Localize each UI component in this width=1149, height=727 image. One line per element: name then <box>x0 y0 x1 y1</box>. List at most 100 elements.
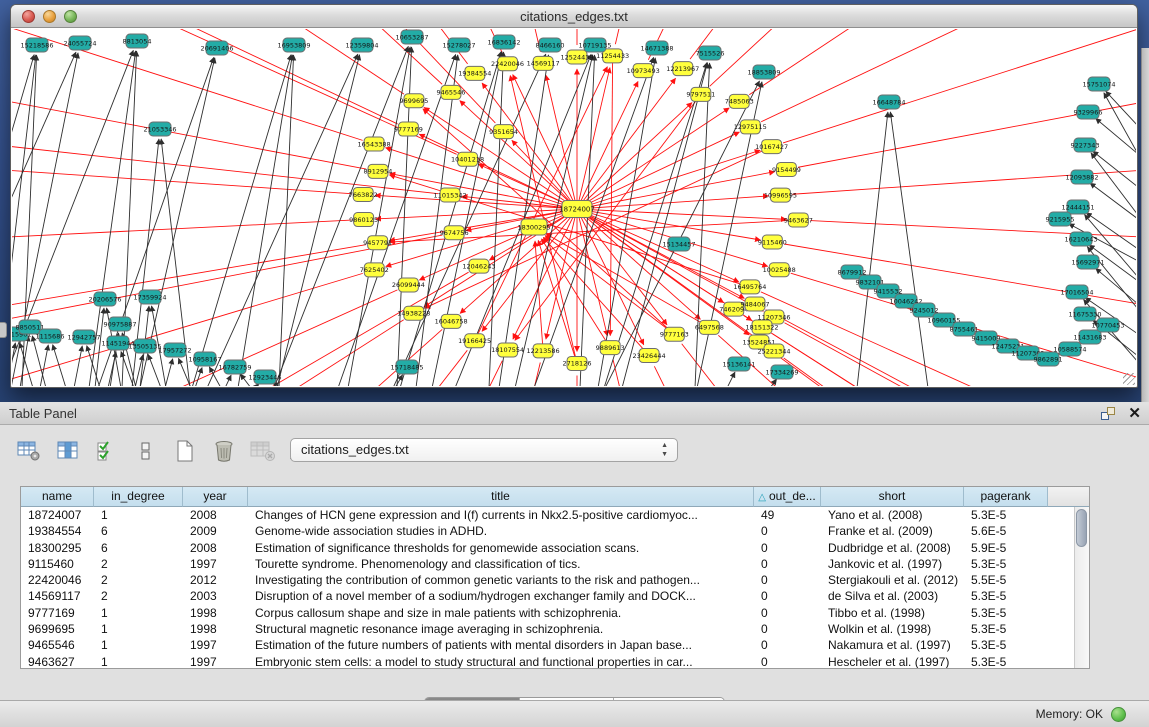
table-cell[interactable]: 0 <box>754 605 821 621</box>
network-node[interactable]: 16953809 <box>277 38 310 52</box>
table-cell[interactable]: 5.6E-5 <box>964 523 1048 539</box>
table-cell[interactable]: Genome-wide association studies in ADHD. <box>248 523 754 539</box>
table-cell[interactable]: de Silva et al. (2003) <box>821 588 964 604</box>
network-node[interactable]: 18107554 <box>491 343 524 357</box>
table-cell[interactable]: 5.3E-5 <box>964 637 1048 653</box>
column-header-short[interactable]: short <box>821 487 964 507</box>
table-cell[interactable]: 18300295 <box>21 540 94 556</box>
table-cell[interactable]: 2008 <box>183 540 248 556</box>
table-cell[interactable]: 6 <box>94 523 183 539</box>
table-cell[interactable]: 9115460 <box>21 556 94 572</box>
column-header-out_de[interactable]: △out_de... <box>754 487 821 507</box>
table-row[interactable]: 946554611997Estimation of the future num… <box>21 637 1089 653</box>
table-cell[interactable]: Stergiakouli et al. (2012) <box>821 572 964 588</box>
table-cell[interactable]: Yano et al. (2008) <box>821 507 964 523</box>
delete-icon[interactable] <box>209 437 239 465</box>
table-row[interactable]: 911546021997Tourette syndrome. Phenomeno… <box>21 556 1089 572</box>
network-node[interactable]: 16543388 <box>358 137 391 151</box>
network-node[interactable]: 23426444 <box>633 349 666 363</box>
table-row[interactable]: 1938455462009Genome-wide association stu… <box>21 523 1089 539</box>
table-row[interactable]: 969969511998Structural magnetic resonanc… <box>21 621 1089 637</box>
table-options-icon[interactable] <box>14 437 44 465</box>
network-node[interactable]: 7515526 <box>696 46 725 60</box>
network-node[interactable]: 14671388 <box>640 41 673 55</box>
network-node[interactable]: 9797511 <box>686 87 715 101</box>
network-node[interactable]: 15134457 <box>662 237 695 251</box>
table-cell[interactable]: 2 <box>94 556 183 572</box>
table-cell[interactable]: Tibbo et al. (1998) <box>821 605 964 621</box>
column-header-in_degree[interactable]: in_degree <box>94 487 183 507</box>
table-cell[interactable]: 5.3E-5 <box>964 605 1048 621</box>
row-select-icon[interactable] <box>92 437 122 465</box>
table-cell[interactable]: 0 <box>754 523 821 539</box>
table-row[interactable]: 1456911722003Disruption of a novel membe… <box>21 588 1089 604</box>
table-cell[interactable]: 0 <box>754 654 821 668</box>
network-node[interactable]: 10653287 <box>395 30 428 44</box>
network-node[interactable]: 18724007 <box>559 201 595 218</box>
network-node[interactable]: 12213586 <box>527 344 560 358</box>
table-cell[interactable]: Dudbridge et al. (2008) <box>821 540 964 556</box>
table-cell[interactable]: 5.3E-5 <box>964 588 1048 604</box>
network-node[interactable]: 15278027 <box>442 38 475 52</box>
table-cell[interactable]: 5.3E-5 <box>964 621 1048 637</box>
collapsed-panel-handle[interactable] <box>0 322 7 338</box>
network-node[interactable]: 15718485 <box>390 360 423 374</box>
table-cell[interactable]: Wolkin et al. (1998) <box>821 621 964 637</box>
table-cell[interactable]: 0 <box>754 621 821 637</box>
network-node[interactable]: 9777163 <box>660 327 689 341</box>
network-window-titlebar[interactable]: citations_edges.txt <box>11 5 1137 28</box>
network-node[interactable]: 14569117 <box>527 56 560 70</box>
table-cell[interactable]: 9463627 <box>21 654 94 668</box>
column-header-pagerank[interactable]: pagerank <box>964 487 1048 507</box>
table-cell[interactable]: 1 <box>94 637 183 653</box>
table-cell[interactable]: 2 <box>94 588 183 604</box>
table-cell[interactable]: 0 <box>754 556 821 572</box>
table-cell[interactable]: 22420046 <box>21 572 94 588</box>
table-cell[interactable]: 5.5E-5 <box>964 572 1048 588</box>
table-cell[interactable]: 6 <box>94 540 183 556</box>
network-node[interactable]: 20691406 <box>200 41 233 55</box>
table-cell[interactable]: 1 <box>94 605 183 621</box>
network-node[interactable]: 7485063 <box>725 94 754 108</box>
table-cell[interactable]: 9777169 <box>21 605 94 621</box>
table-row[interactable]: 1830029562008Estimation of significance … <box>21 540 1089 556</box>
network-node[interactable]: 9463627 <box>784 213 813 227</box>
table-cell[interactable]: Nakamura et al. (1997) <box>821 637 964 653</box>
network-node[interactable]: 12213967 <box>666 62 699 76</box>
table-row[interactable]: 977716911998Corpus callosum shape and si… <box>21 605 1089 621</box>
network-node[interactable]: 7663822 <box>349 187 378 201</box>
column-header-name[interactable]: name <box>21 487 94 507</box>
table-cell[interactable]: Structural magnetic resonance image aver… <box>248 621 754 637</box>
column-header-title[interactable]: title <box>248 487 754 507</box>
table-cell[interactable]: 1998 <box>183 621 248 637</box>
table-cell[interactable]: Changes of HCN gene expression and I(f) … <box>248 507 754 523</box>
network-node[interactable]: 12046243 <box>462 259 495 273</box>
table-cell[interactable]: 0 <box>754 572 821 588</box>
network-graph[interactable]: 1252443911254433109734931221396797975117… <box>12 29 1136 386</box>
table-cell[interactable]: 1997 <box>183 637 248 653</box>
table-cell[interactable]: 1 <box>94 621 183 637</box>
table-cell[interactable]: 5.3E-5 <box>964 556 1048 572</box>
network-node[interactable]: 19384554 <box>458 66 491 80</box>
network-node[interactable]: 9329966 <box>1074 105 1103 119</box>
network-node[interactable]: 20206576 <box>88 292 121 306</box>
table-row[interactable]: 946362711997Embryonic stem cells: a mode… <box>21 654 1089 668</box>
collapsed-panel-strip[interactable] <box>1141 48 1149 402</box>
network-node[interactable]: 9860125 <box>349 213 378 227</box>
network-node[interactable]: 10958167 <box>188 352 221 366</box>
table-cell[interactable]: 2009 <box>183 523 248 539</box>
table-cell[interactable]: 9465546 <box>21 637 94 653</box>
delete-table-icon[interactable] <box>248 437 278 465</box>
network-node[interactable]: 17016504 <box>1060 285 1093 299</box>
network-node[interactable]: 12359804 <box>345 38 378 52</box>
table-selector-dropdown[interactable]: citations_edges.txt ▲▼ <box>290 438 678 462</box>
network-node[interactable]: 9115460 <box>758 235 787 249</box>
network-node[interactable]: 16648784 <box>872 95 905 109</box>
table-cell[interactable]: 0 <box>754 637 821 653</box>
network-node[interactable]: 7625402 <box>360 263 389 277</box>
network-node[interactable]: 15136141 <box>722 357 755 371</box>
scrollbar-thumb[interactable] <box>1076 509 1087 547</box>
network-node[interactable]: 1115686 <box>36 329 65 343</box>
network-node[interactable]: 9699695 <box>399 94 428 108</box>
table-cell[interactable]: 2012 <box>183 572 248 588</box>
